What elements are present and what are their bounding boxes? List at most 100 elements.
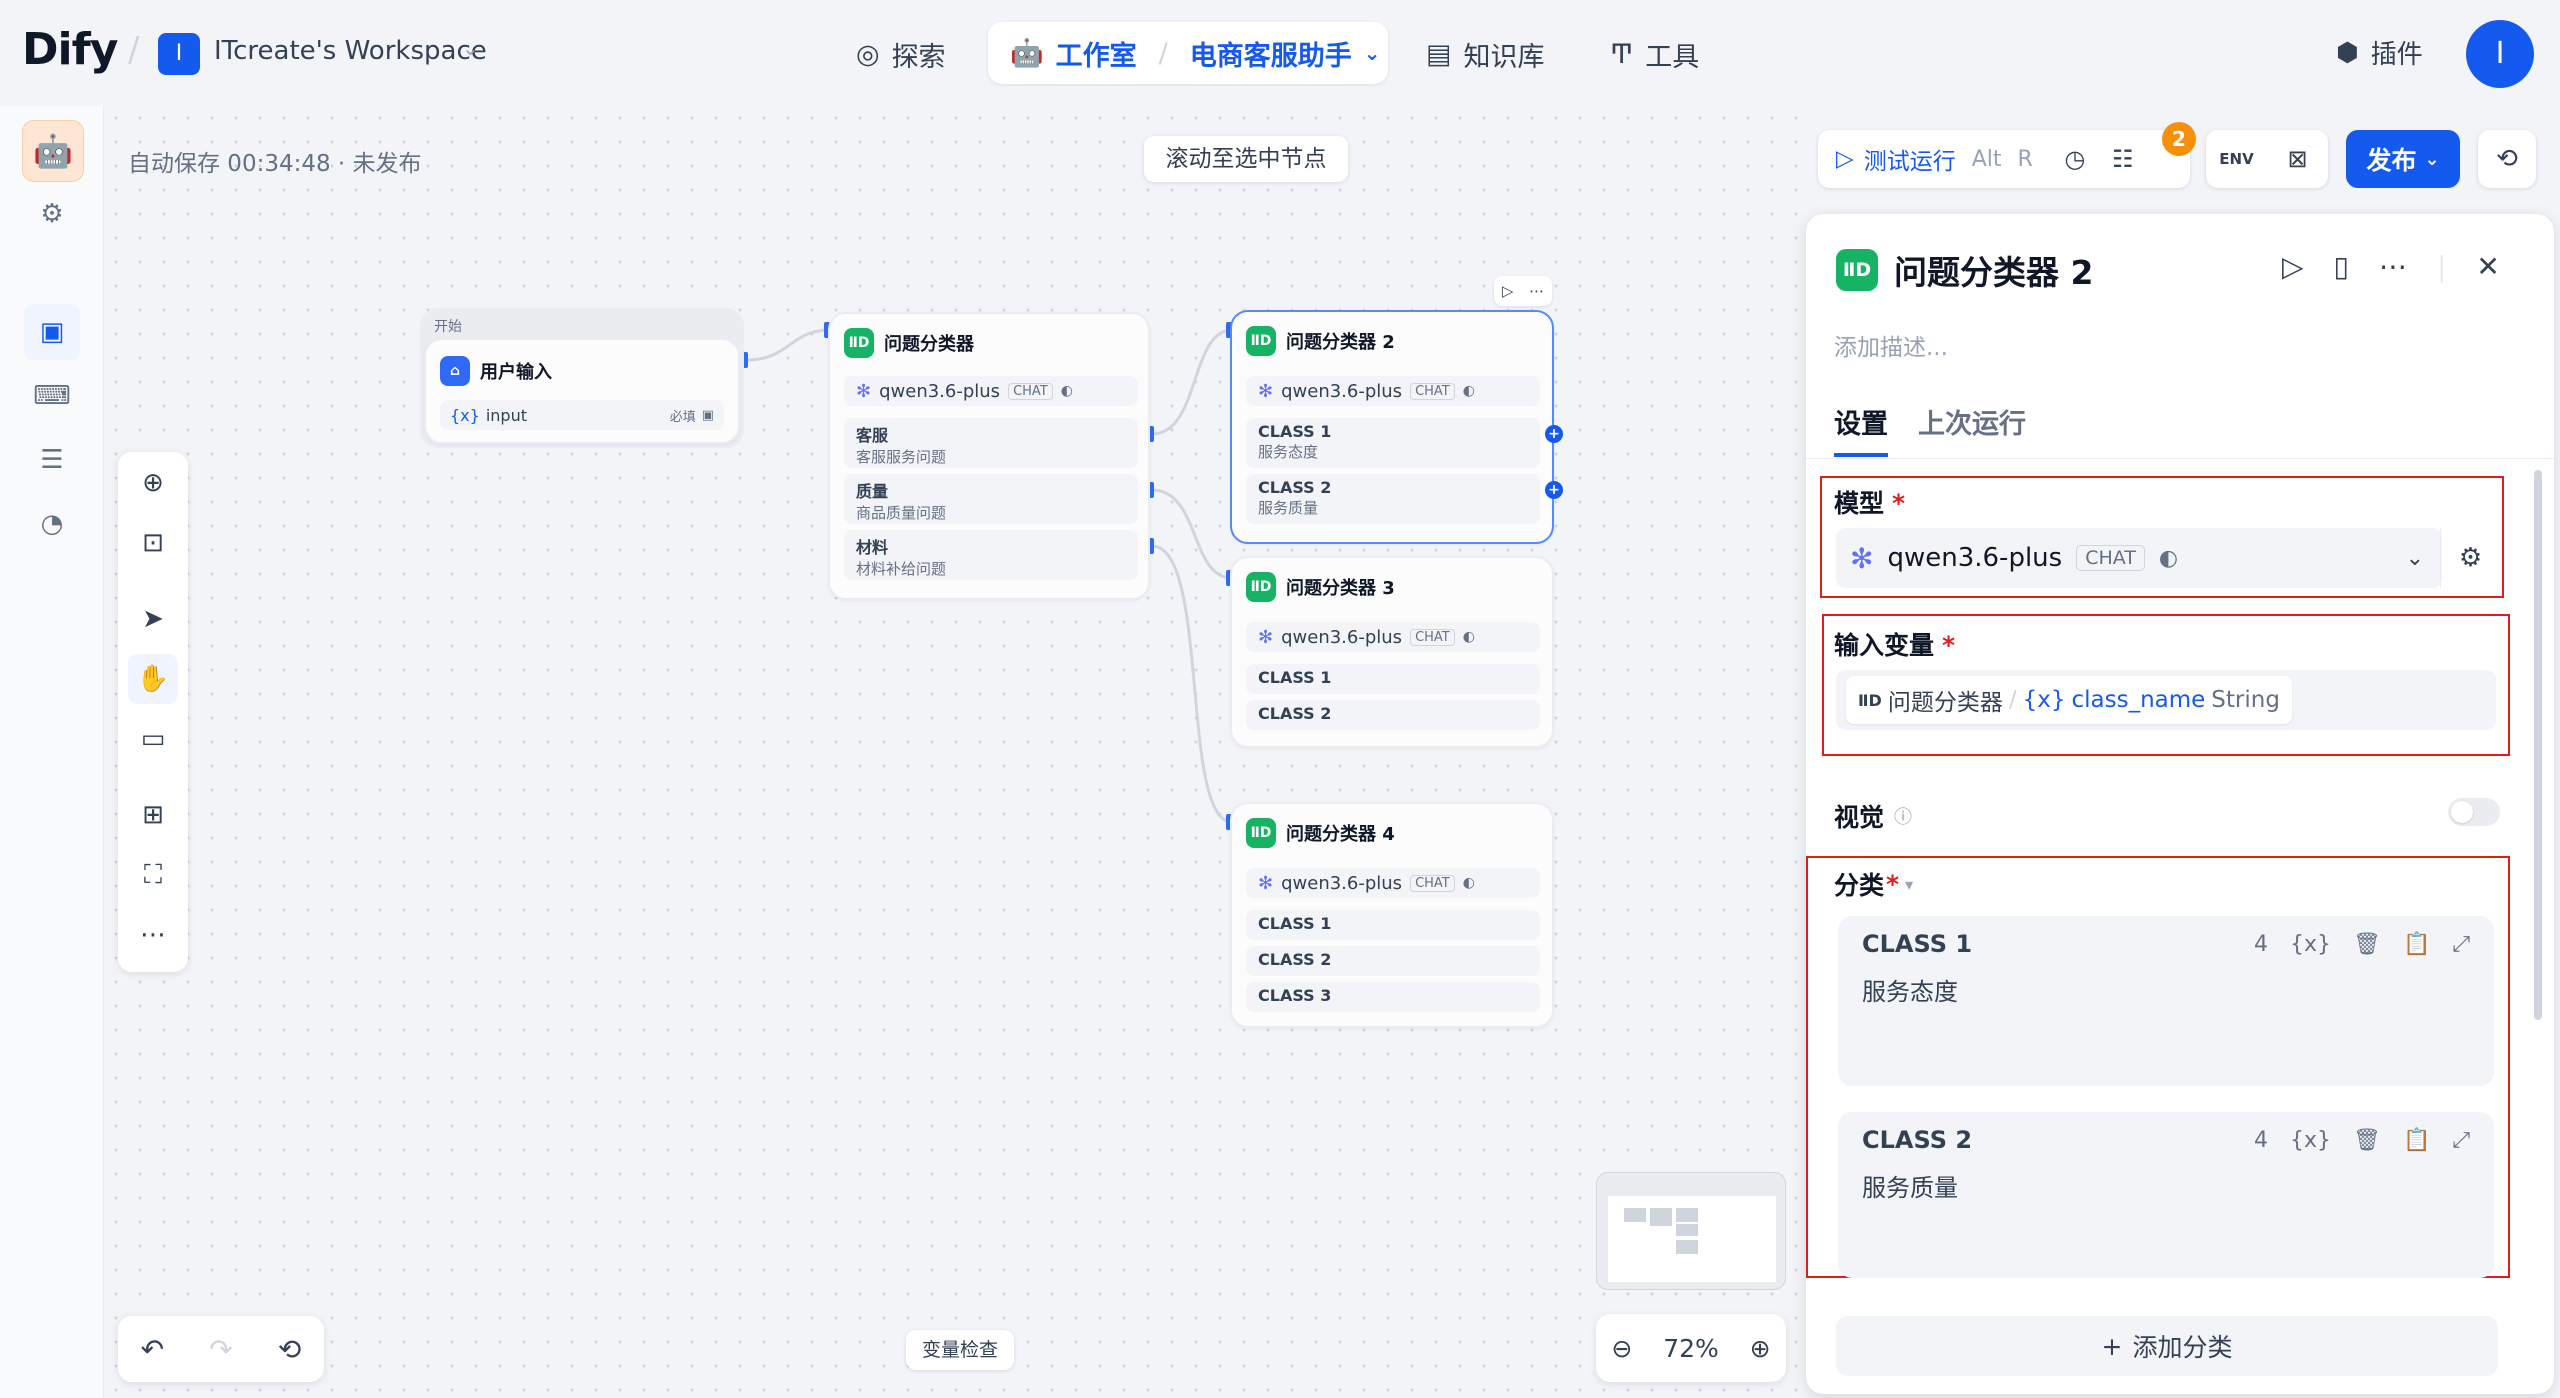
qwen-logo-icon: ✻: [1850, 541, 1874, 575]
edge-classifier1-to-2: [1151, 328, 1233, 436]
model-selector[interactable]: ✻ qwen3.6-plus CHAT ◐ ⌄: [1836, 528, 2442, 588]
start-node-header: 开始: [434, 319, 462, 335]
variable-icon: {x}: [450, 405, 480, 425]
clipboard-icon[interactable]: 📋: [2403, 1128, 2430, 1153]
start-node-title: 用户输入: [480, 362, 552, 383]
class-name: CLASS 2: [1258, 478, 1332, 497]
classifier2-title: 问题分类器 2: [1286, 332, 1395, 353]
zoom-level[interactable]: 72%: [1663, 1334, 1719, 1363]
class-desc: 客服服务问题: [856, 448, 947, 466]
var-node-name: 问题分类器: [1887, 690, 2003, 716]
tab-settings[interactable]: 设置: [1834, 402, 1888, 457]
classifier-node-1[interactable]: ⅡD 问题分类器 ✻ qwen3.6-plus CHAT ◐ 客服 客服服务问题…: [828, 312, 1150, 600]
char-count: 4: [2254, 1128, 2269, 1153]
clipboard-icon[interactable]: 📋: [2403, 932, 2430, 957]
add-class-button[interactable]: + 添加分类: [1836, 1316, 2498, 1376]
add-next-node-handle-2[interactable]: +: [1545, 481, 1563, 499]
toggle-knob: [2451, 801, 2473, 823]
tab-last-run[interactable]: 上次运行: [1918, 402, 2026, 457]
model-label: 模型 *: [1834, 484, 1905, 520]
home-icon: ⌂: [440, 356, 470, 386]
start-node-body: ⌂ 用户输入 {x} input 必填 ▣: [424, 338, 740, 444]
required-mark: *: [1942, 631, 1956, 660]
input-var-label: 输入变量 *: [1834, 626, 1955, 662]
class-content-input[interactable]: 服务质量: [1862, 1168, 1958, 1203]
start-node[interactable]: 开始 ⌂ 用户输入 {x} input 必填 ▣: [420, 308, 744, 448]
variable-icon: {x}: [2022, 687, 2066, 713]
class-title: CLASS 2: [1862, 1126, 1973, 1154]
undo-redo-controls: ↶ ↷ ⟲: [118, 1316, 324, 1382]
description-input[interactable]: 添加描述...: [1834, 328, 1948, 362]
help-doc-icon[interactable]: ▯: [2334, 250, 2349, 283]
insert-variable-icon[interactable]: {x}: [2290, 1128, 2331, 1153]
panel-scrollbar[interactable]: [2534, 470, 2542, 1020]
panel-title[interactable]: 问题分类器 2: [1894, 246, 2093, 294]
class-name: CLASS 1: [1258, 668, 1332, 687]
vision-toggle[interactable]: [2448, 798, 2500, 826]
trash-icon[interactable]: 🗑: [2353, 1128, 2381, 1153]
qwen-logo-icon: ✻: [1258, 872, 1274, 894]
classifier4-model-name: qwen3.6-plus: [1281, 872, 1403, 894]
add-next-node-handle-1[interactable]: +: [1545, 425, 1563, 443]
class-content-input[interactable]: 服务态度: [1862, 972, 1958, 1007]
vision-icon: ◐: [1462, 383, 1475, 399]
divider: |: [2436, 250, 2447, 283]
model-params-icon[interactable]: ⚙: [2440, 528, 2500, 588]
edge-classifier1-to-4: [1151, 544, 1233, 824]
qwen-logo-icon: ✻: [856, 380, 872, 402]
variable-inspect-button[interactable]: 变量检查: [906, 1330, 1014, 1370]
start-variable-name: input: [485, 405, 527, 425]
class-name: CLASS 2: [1258, 704, 1332, 723]
classifier1-title: 问题分类器: [884, 334, 974, 355]
run-node-icon[interactable]: ▷: [2282, 250, 2304, 283]
var-separator: /: [2008, 687, 2017, 713]
undo-icon[interactable]: ↶: [141, 1333, 164, 1366]
class-desc: 材料补给问题: [856, 560, 947, 578]
history-icon[interactable]: ⟲: [278, 1333, 301, 1366]
more-icon[interactable]: ⋯: [1529, 282, 1544, 300]
class-name: 客服: [856, 426, 889, 445]
class-card-1[interactable]: CLASS 1 4 {x} 🗑 📋 ⤢ 服务态度: [1838, 916, 2494, 1086]
trash-icon[interactable]: 🗑: [2353, 932, 2381, 957]
chat-tag: CHAT: [2076, 545, 2145, 571]
classifier-node-2[interactable]: ⅡD 问题分类器 2 ✻ qwen3.6-plus CHAT ◐ CLASS 1…: [1230, 310, 1554, 544]
classifier4-class-3: CLASS 3: [1246, 982, 1540, 1012]
input-var-label-text: 输入变量: [1834, 631, 1935, 660]
classifier3-model: ✻ qwen3.6-plus CHAT ◐: [1246, 622, 1540, 652]
class-desc: 服务质量: [1258, 499, 1319, 517]
help-icon[interactable]: ⓘ: [1894, 803, 1912, 829]
chat-tag: CHAT: [1410, 382, 1455, 400]
input-var-chip[interactable]: ⅡD 问题分类器 / {x} class_name String: [1846, 676, 2292, 724]
insert-variable-icon[interactable]: {x}: [2290, 932, 2331, 957]
chat-tag: CHAT: [1410, 874, 1455, 892]
expand-icon[interactable]: ⤢: [2452, 932, 2470, 957]
zoom-out-icon[interactable]: ⊖: [1611, 1334, 1632, 1363]
required-label: 必填: [669, 409, 696, 425]
classifier1-model-name: qwen3.6-plus: [879, 380, 1001, 402]
class-name: 材料: [856, 538, 889, 557]
zoom-in-icon[interactable]: ⊕: [1750, 1334, 1771, 1363]
redo-icon[interactable]: ↷: [209, 1333, 232, 1366]
classifier1-title-row: ⅡD 问题分类器: [844, 328, 974, 358]
classifier4-model: ✻ qwen3.6-plus CHAT ◐: [1246, 868, 1540, 898]
class-name: CLASS 1: [1258, 914, 1332, 933]
classifier4-class-2: CLASS 2: [1246, 946, 1540, 976]
classifier-icon: ⅡD: [1836, 249, 1878, 291]
more-icon[interactable]: ⋯: [2379, 250, 2407, 283]
expand-icon[interactable]: ⤢: [2452, 1128, 2470, 1153]
classifier-node-3[interactable]: ⅡD 问题分类器 3 ✻ qwen3.6-plus CHAT ◐ CLASS 1…: [1230, 556, 1554, 748]
classifier2-model-name: qwen3.6-plus: [1281, 380, 1403, 402]
class-name: CLASS 1: [1258, 422, 1332, 441]
vision-icon: ◐: [1462, 875, 1475, 891]
classifier1-model: ✻ qwen3.6-plus CHAT ◐: [844, 376, 1138, 406]
class-card-2[interactable]: CLASS 2 4 {x} 🗑 📋 ⤢ 服务质量: [1838, 1112, 2494, 1278]
classifier2-class-2: CLASS 2 服务质量: [1246, 474, 1540, 524]
tab-divider: [1806, 458, 2554, 459]
close-icon[interactable]: ✕: [2476, 250, 2499, 283]
zoom-controls: ⊖ 72% ⊕: [1596, 1314, 1786, 1382]
run-node-icon[interactable]: ▷: [1502, 282, 1514, 300]
panel-actions: ▷ ▯ ⋯ | ✕: [2282, 250, 2500, 283]
classifier-node-4[interactable]: ⅡD 问题分类器 4 ✻ qwen3.6-plus CHAT ◐ CLASS 1…: [1230, 802, 1554, 1028]
collapse-icon[interactable]: ▾: [1905, 875, 1913, 894]
classifier3-model-name: qwen3.6-plus: [1281, 626, 1403, 648]
